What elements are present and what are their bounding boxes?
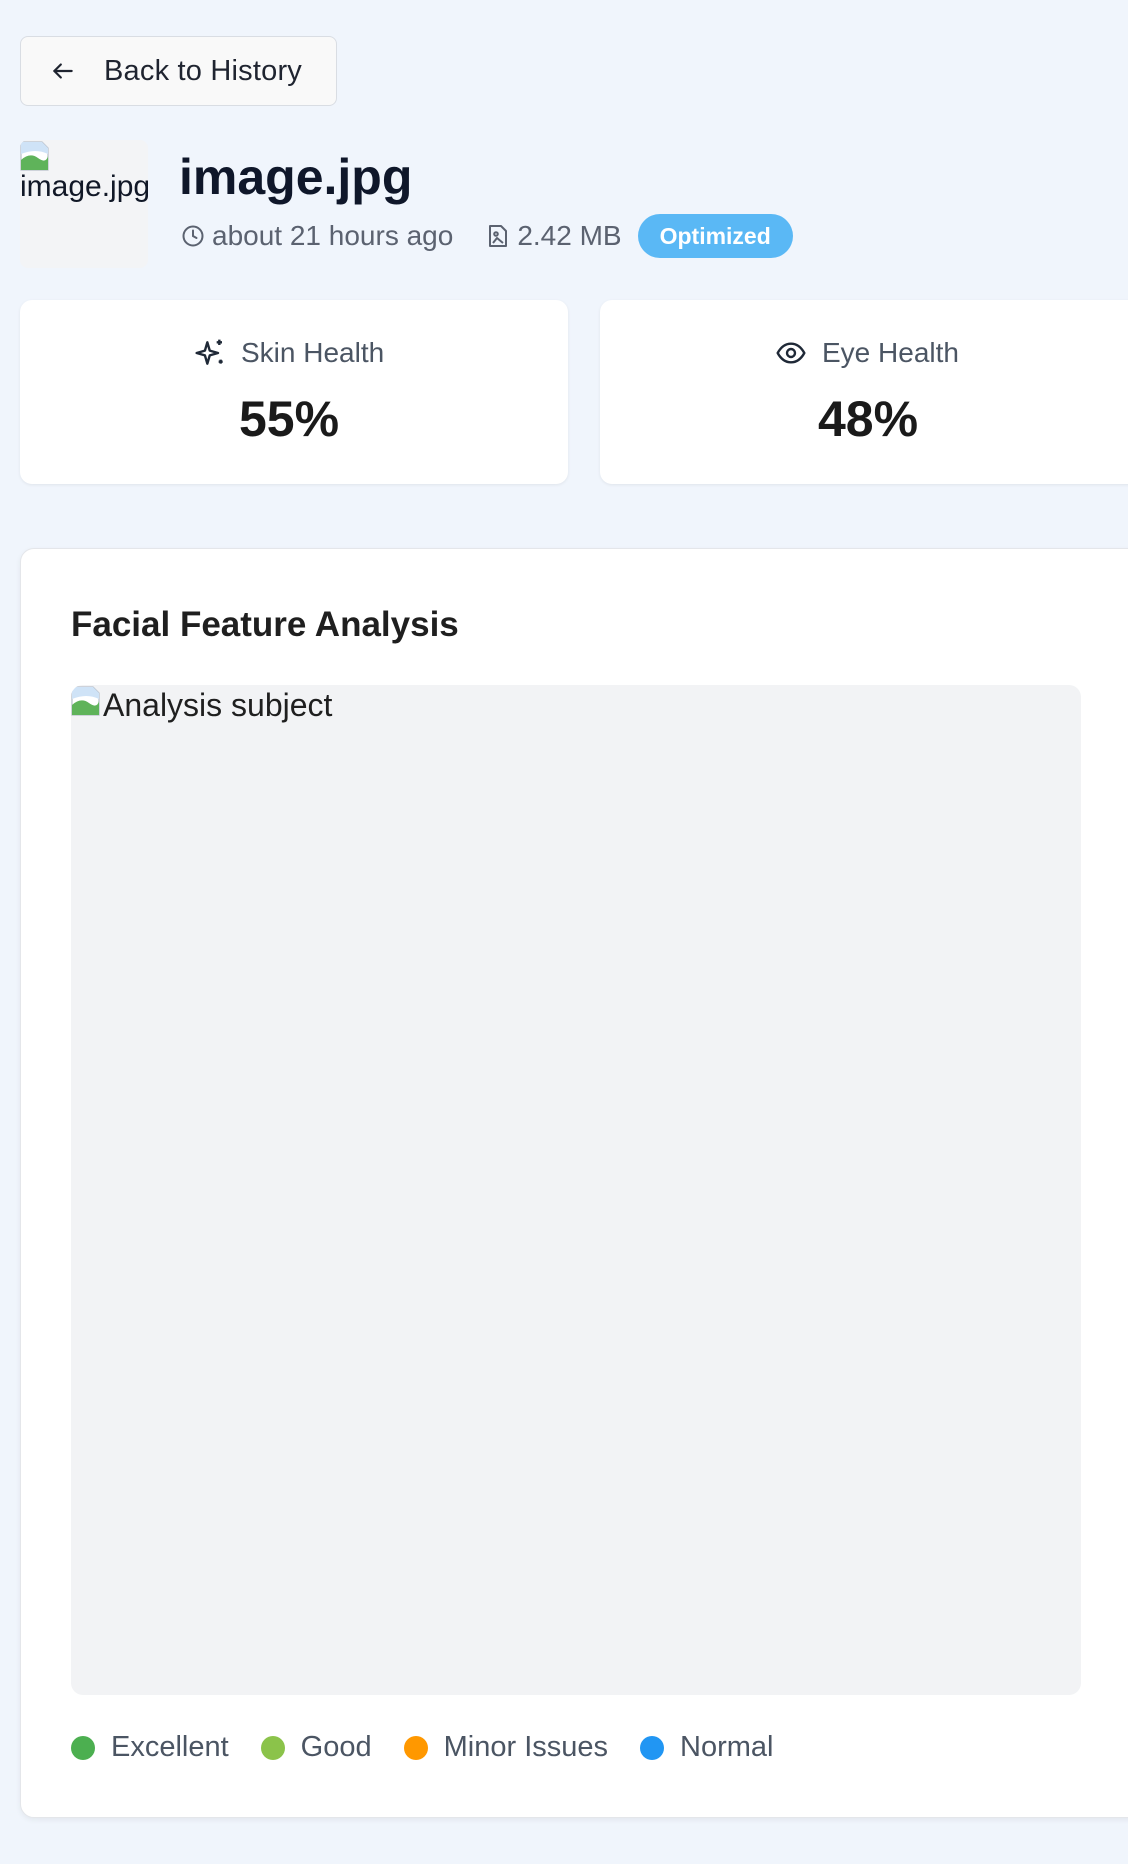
legend-label: Excellent (111, 1731, 229, 1763)
legend-label: Minor Issues (443, 1731, 609, 1763)
skin-health-label: Skin Health (241, 337, 385, 368)
eye-health-card: Eye Health 48% (600, 300, 1128, 484)
back-button-label: Back to History (104, 54, 302, 87)
upload-time: about 21 hours ago (212, 220, 454, 251)
sparkles-icon (193, 336, 227, 370)
broken-image-icon (20, 141, 49, 171)
facial-analysis-card: Facial Feature Analysis Analysis subject… (20, 548, 1128, 1818)
analysis-title: Facial Feature Analysis (71, 605, 459, 644)
legend-item-minor-issues: Minor Issues (403, 1731, 609, 1764)
analysis-subject-image: Analysis subject (71, 685, 1081, 1695)
eye-icon (774, 336, 808, 370)
skin-health-value: 55% (239, 391, 340, 447)
thumbnail-alt-text: image.jpg (20, 170, 148, 203)
legend-dot (260, 1735, 285, 1760)
legend-label: Good (300, 1731, 372, 1763)
legend-dot (403, 1735, 428, 1760)
status-badge: Optimized (637, 214, 793, 258)
eye-health-label: Eye Health (822, 337, 959, 368)
file-thumbnail: image.jpg (20, 140, 148, 268)
legend-item-good: Good (260, 1731, 372, 1764)
back-to-history-button[interactable]: Back to History (20, 36, 337, 106)
legend: Excellent Good Minor Issues Normal (71, 1731, 805, 1764)
eye-health-value: 48% (818, 391, 919, 447)
legend-dot (71, 1735, 95, 1760)
file-size: 2.42 MB (517, 220, 622, 251)
file-title: image.jpg (179, 149, 413, 205)
file-image-icon (485, 223, 511, 249)
clock-icon (180, 223, 206, 249)
legend-dot (640, 1735, 665, 1760)
skin-health-card: Skin Health 55% (20, 300, 568, 484)
skin-health-header: Skin Health (193, 336, 384, 370)
broken-image-icon (71, 686, 100, 716)
legend-item-normal: Normal (640, 1731, 773, 1764)
file-meta: about 21 hours ago 2.42 MB Optimized (180, 214, 793, 258)
arrow-left-icon (49, 57, 77, 85)
eye-health-header: Eye Health (774, 336, 959, 370)
legend-item-excellent: Excellent (71, 1731, 229, 1764)
legend-label: Normal (680, 1731, 774, 1763)
analysis-image-alt: Analysis subject (103, 687, 333, 723)
